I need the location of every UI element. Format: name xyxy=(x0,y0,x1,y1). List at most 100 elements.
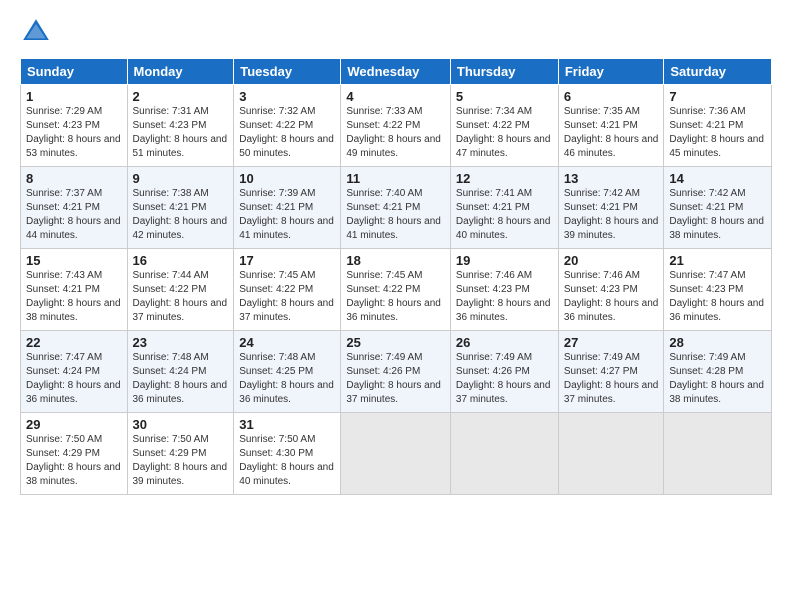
col-friday: Friday xyxy=(558,59,664,85)
day-info: Sunrise: 7:49 AMSunset: 4:26 PMDaylight:… xyxy=(456,352,551,405)
calendar-week-row: 8 Sunrise: 7:37 AMSunset: 4:21 PMDayligh… xyxy=(21,167,772,249)
day-number: 25 xyxy=(346,335,445,350)
day-info: Sunrise: 7:40 AMSunset: 4:21 PMDaylight:… xyxy=(346,188,441,241)
day-number: 20 xyxy=(564,253,659,268)
calendar-cell: 6 Sunrise: 7:35 AMSunset: 4:21 PMDayligh… xyxy=(558,85,664,167)
calendar-cell: 26 Sunrise: 7:49 AMSunset: 4:26 PMDaylig… xyxy=(450,331,558,413)
calendar-cell: 20 Sunrise: 7:46 AMSunset: 4:23 PMDaylig… xyxy=(558,249,664,331)
weekday-header-row: Sunday Monday Tuesday Wednesday Thursday… xyxy=(21,59,772,85)
calendar-cell: 3 Sunrise: 7:32 AMSunset: 4:22 PMDayligh… xyxy=(234,85,341,167)
day-info: Sunrise: 7:49 AMSunset: 4:28 PMDaylight:… xyxy=(669,352,764,405)
day-number: 1 xyxy=(26,89,122,104)
day-info: Sunrise: 7:45 AMSunset: 4:22 PMDaylight:… xyxy=(346,270,441,323)
day-number: 19 xyxy=(456,253,553,268)
calendar-cell: 23 Sunrise: 7:48 AMSunset: 4:24 PMDaylig… xyxy=(127,331,234,413)
day-number: 13 xyxy=(564,171,659,186)
day-number: 10 xyxy=(239,171,335,186)
calendar-cell: 4 Sunrise: 7:33 AMSunset: 4:22 PMDayligh… xyxy=(341,85,451,167)
day-number: 31 xyxy=(239,417,335,432)
day-info: Sunrise: 7:46 AMSunset: 4:23 PMDaylight:… xyxy=(564,270,659,323)
calendar-week-row: 22 Sunrise: 7:47 AMSunset: 4:24 PMDaylig… xyxy=(21,331,772,413)
day-info: Sunrise: 7:49 AMSunset: 4:27 PMDaylight:… xyxy=(564,352,659,405)
day-info: Sunrise: 7:32 AMSunset: 4:22 PMDaylight:… xyxy=(239,106,334,159)
day-info: Sunrise: 7:37 AMSunset: 4:21 PMDaylight:… xyxy=(26,188,121,241)
day-number: 5 xyxy=(456,89,553,104)
page-header xyxy=(20,16,772,48)
day-info: Sunrise: 7:34 AMSunset: 4:22 PMDaylight:… xyxy=(456,106,551,159)
logo xyxy=(20,16,56,48)
calendar-cell: 29 Sunrise: 7:50 AMSunset: 4:29 PMDaylig… xyxy=(21,413,128,495)
day-info: Sunrise: 7:50 AMSunset: 4:30 PMDaylight:… xyxy=(239,434,334,487)
day-number: 21 xyxy=(669,253,766,268)
calendar-cell: 8 Sunrise: 7:37 AMSunset: 4:21 PMDayligh… xyxy=(21,167,128,249)
day-info: Sunrise: 7:50 AMSunset: 4:29 PMDaylight:… xyxy=(133,434,228,487)
day-info: Sunrise: 7:33 AMSunset: 4:22 PMDaylight:… xyxy=(346,106,441,159)
day-number: 14 xyxy=(669,171,766,186)
calendar-cell: 12 Sunrise: 7:41 AMSunset: 4:21 PMDaylig… xyxy=(450,167,558,249)
calendar-cell: 7 Sunrise: 7:36 AMSunset: 4:21 PMDayligh… xyxy=(664,85,772,167)
day-info: Sunrise: 7:29 AMSunset: 4:23 PMDaylight:… xyxy=(26,106,121,159)
calendar-cell xyxy=(558,413,664,495)
calendar-cell: 11 Sunrise: 7:40 AMSunset: 4:21 PMDaylig… xyxy=(341,167,451,249)
calendar-cell: 21 Sunrise: 7:47 AMSunset: 4:23 PMDaylig… xyxy=(664,249,772,331)
calendar-cell: 17 Sunrise: 7:45 AMSunset: 4:22 PMDaylig… xyxy=(234,249,341,331)
calendar-cell: 14 Sunrise: 7:42 AMSunset: 4:21 PMDaylig… xyxy=(664,167,772,249)
day-number: 17 xyxy=(239,253,335,268)
calendar-cell: 10 Sunrise: 7:39 AMSunset: 4:21 PMDaylig… xyxy=(234,167,341,249)
day-number: 7 xyxy=(669,89,766,104)
col-tuesday: Tuesday xyxy=(234,59,341,85)
day-info: Sunrise: 7:36 AMSunset: 4:21 PMDaylight:… xyxy=(669,106,764,159)
calendar-cell: 13 Sunrise: 7:42 AMSunset: 4:21 PMDaylig… xyxy=(558,167,664,249)
day-number: 27 xyxy=(564,335,659,350)
calendar-cell xyxy=(450,413,558,495)
day-number: 23 xyxy=(133,335,229,350)
day-number: 30 xyxy=(133,417,229,432)
calendar-cell: 19 Sunrise: 7:46 AMSunset: 4:23 PMDaylig… xyxy=(450,249,558,331)
day-number: 26 xyxy=(456,335,553,350)
calendar-cell xyxy=(664,413,772,495)
day-number: 15 xyxy=(26,253,122,268)
calendar-cell: 18 Sunrise: 7:45 AMSunset: 4:22 PMDaylig… xyxy=(341,249,451,331)
calendar-cell: 5 Sunrise: 7:34 AMSunset: 4:22 PMDayligh… xyxy=(450,85,558,167)
day-info: Sunrise: 7:35 AMSunset: 4:21 PMDaylight:… xyxy=(564,106,659,159)
calendar-week-row: 1 Sunrise: 7:29 AMSunset: 4:23 PMDayligh… xyxy=(21,85,772,167)
day-info: Sunrise: 7:38 AMSunset: 4:21 PMDaylight:… xyxy=(133,188,228,241)
calendar-cell: 30 Sunrise: 7:50 AMSunset: 4:29 PMDaylig… xyxy=(127,413,234,495)
day-number: 16 xyxy=(133,253,229,268)
calendar-cell: 22 Sunrise: 7:47 AMSunset: 4:24 PMDaylig… xyxy=(21,331,128,413)
day-info: Sunrise: 7:45 AMSunset: 4:22 PMDaylight:… xyxy=(239,270,334,323)
day-info: Sunrise: 7:43 AMSunset: 4:21 PMDaylight:… xyxy=(26,270,121,323)
calendar-cell: 15 Sunrise: 7:43 AMSunset: 4:21 PMDaylig… xyxy=(21,249,128,331)
day-number: 18 xyxy=(346,253,445,268)
calendar-page: Sunday Monday Tuesday Wednesday Thursday… xyxy=(0,0,792,612)
day-number: 12 xyxy=(456,171,553,186)
day-number: 4 xyxy=(346,89,445,104)
col-monday: Monday xyxy=(127,59,234,85)
day-info: Sunrise: 7:49 AMSunset: 4:26 PMDaylight:… xyxy=(346,352,441,405)
day-number: 29 xyxy=(26,417,122,432)
calendar-cell: 16 Sunrise: 7:44 AMSunset: 4:22 PMDaylig… xyxy=(127,249,234,331)
day-info: Sunrise: 7:47 AMSunset: 4:24 PMDaylight:… xyxy=(26,352,121,405)
day-info: Sunrise: 7:50 AMSunset: 4:29 PMDaylight:… xyxy=(26,434,121,487)
col-sunday: Sunday xyxy=(21,59,128,85)
calendar-week-row: 15 Sunrise: 7:43 AMSunset: 4:21 PMDaylig… xyxy=(21,249,772,331)
col-wednesday: Wednesday xyxy=(341,59,451,85)
calendar-cell: 9 Sunrise: 7:38 AMSunset: 4:21 PMDayligh… xyxy=(127,167,234,249)
calendar-cell: 31 Sunrise: 7:50 AMSunset: 4:30 PMDaylig… xyxy=(234,413,341,495)
calendar-cell: 24 Sunrise: 7:48 AMSunset: 4:25 PMDaylig… xyxy=(234,331,341,413)
calendar-cell: 25 Sunrise: 7:49 AMSunset: 4:26 PMDaylig… xyxy=(341,331,451,413)
day-number: 11 xyxy=(346,171,445,186)
day-number: 28 xyxy=(669,335,766,350)
day-info: Sunrise: 7:46 AMSunset: 4:23 PMDaylight:… xyxy=(456,270,551,323)
calendar-cell: 2 Sunrise: 7:31 AMSunset: 4:23 PMDayligh… xyxy=(127,85,234,167)
calendar-cell: 28 Sunrise: 7:49 AMSunset: 4:28 PMDaylig… xyxy=(664,331,772,413)
day-info: Sunrise: 7:39 AMSunset: 4:21 PMDaylight:… xyxy=(239,188,334,241)
calendar-table: Sunday Monday Tuesday Wednesday Thursday… xyxy=(20,58,772,495)
calendar-cell: 1 Sunrise: 7:29 AMSunset: 4:23 PMDayligh… xyxy=(21,85,128,167)
day-number: 8 xyxy=(26,171,122,186)
day-info: Sunrise: 7:31 AMSunset: 4:23 PMDaylight:… xyxy=(133,106,228,159)
day-number: 22 xyxy=(26,335,122,350)
calendar-week-row: 29 Sunrise: 7:50 AMSunset: 4:29 PMDaylig… xyxy=(21,413,772,495)
logo-icon xyxy=(20,16,52,48)
day-info: Sunrise: 7:42 AMSunset: 4:21 PMDaylight:… xyxy=(669,188,764,241)
